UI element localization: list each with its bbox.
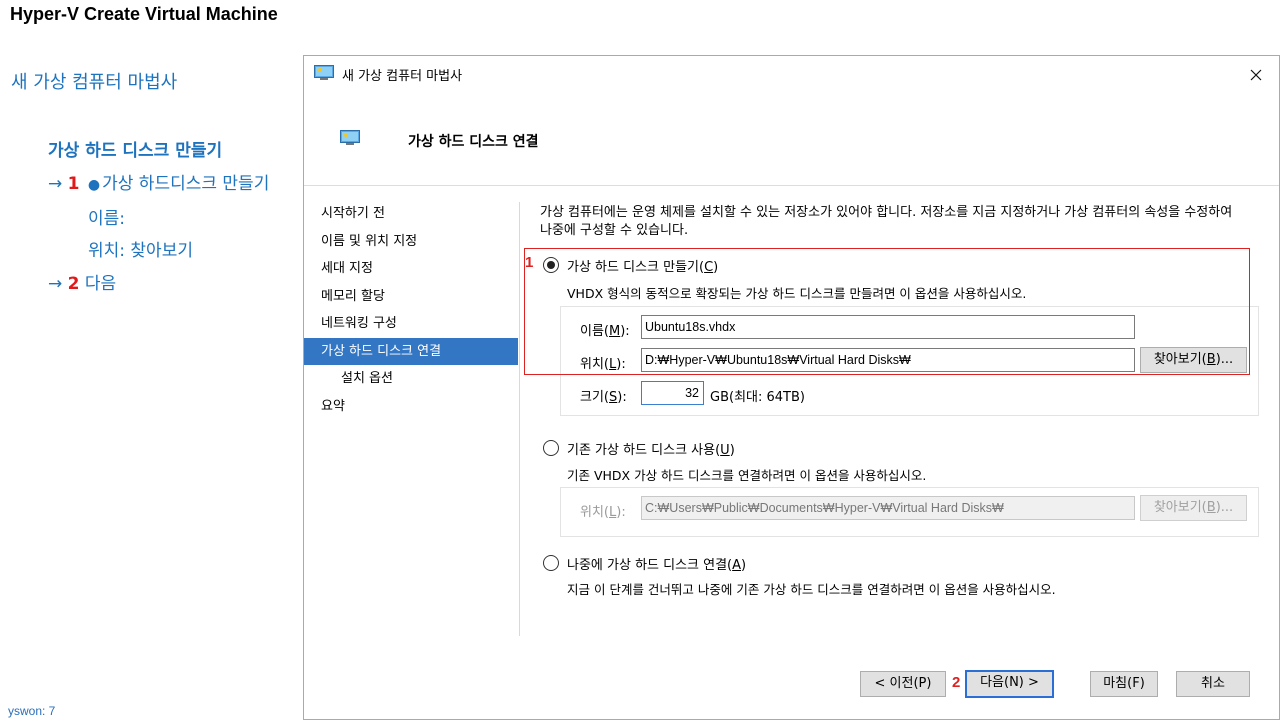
vhd-size-input[interactable]: 32 [641, 381, 704, 405]
nav-item-summary[interactable]: 요약 [304, 393, 518, 421]
use-existing-vhd-description: 기존 VHDX 가상 하드 디스크를 연결하려면 이 옵션을 사용하십시오. [567, 468, 927, 483]
notes-item-location: 위치: 찾아보기 [88, 241, 193, 261]
arrow-icon: → [48, 274, 63, 294]
bullet-icon: ● [87, 177, 101, 193]
dialog-titlebar[interactable]: 새 가상 컴퓨터 마법사 [304, 56, 1279, 94]
wizard-steps-nav: 시작하기 전 이름 및 위치 지정 세대 지정 메모리 할당 네트워킹 구성 가… [304, 200, 518, 420]
finish-button[interactable]: 마침(F) [1090, 671, 1158, 697]
tutorial-notes: 새 가상 컴퓨터 마법사 가상 하드 디스크 만들기 → 1 ● 가상 하드디스크… [0, 0, 310, 720]
size-label: 크기(S): [580, 390, 627, 405]
attach-later-radio[interactable] [543, 555, 559, 571]
use-existing-vhd-label[interactable]: 기존 가상 하드 디스크 사용(U) [567, 439, 735, 458]
dialog-header: 가상 하드 디스크 연결 [304, 94, 1279, 186]
previous-button[interactable]: < 이전(P) [860, 671, 946, 697]
annotation-number-2: 2 [952, 674, 961, 691]
annotation-box-1 [524, 248, 1250, 375]
nav-item-networking[interactable]: 네트워킹 구성 [304, 310, 518, 338]
vm-monitor-icon [314, 65, 334, 80]
existing-location-input[interactable]: C:₩Users₩Public₩Documents₩Hyper-V₩Virtua… [641, 496, 1135, 520]
step-number: 1 [67, 174, 80, 194]
notes-heading: 새 가상 컴퓨터 마법사 [11, 72, 178, 93]
existing-location-label: 위치(L): [580, 505, 626, 520]
notes-subheading: 가상 하드 디스크 만들기 [48, 141, 223, 161]
attach-later-label[interactable]: 나중에 가상 하드 디스크 연결(A) [567, 554, 746, 573]
attach-later-description: 지금 이 단계를 건너뛰고 나중에 기존 가상 하드 디스크를 연결하려면 이 … [567, 582, 1056, 597]
nav-item-memory[interactable]: 메모리 할당 [304, 283, 518, 311]
new-vm-wizard-dialog: 새 가상 컴퓨터 마법사 가상 하드 디스크 연결 시작하기 전 이름 및 위치… [303, 55, 1280, 720]
nav-item-name-location[interactable]: 이름 및 위치 지정 [304, 228, 518, 256]
arrow-icon: → [48, 174, 63, 194]
existing-browse-button[interactable]: 찾아보기(B)... [1140, 495, 1247, 521]
close-icon [1250, 69, 1262, 81]
use-existing-vhd-radio[interactable] [543, 440, 559, 456]
nav-item-before-you-begin[interactable]: 시작하기 전 [304, 200, 518, 228]
nav-divider [519, 202, 520, 636]
nav-item-virtual-hard-disk[interactable]: 가상 하드 디스크 연결 [304, 337, 518, 365]
page-description: 가상 컴퓨터에는 운영 체제를 설치할 수 있는 저장소가 있어야 합니다. 저… [540, 205, 1233, 238]
next-button[interactable]: 다음(N) > [965, 670, 1054, 698]
close-button[interactable] [1233, 56, 1279, 94]
slide-footer: yswon: 7 [8, 704, 56, 718]
content-area: 가상 컴퓨터에는 운영 체제를 설치할 수 있는 저장소가 있어야 합니다. 저… [524, 204, 1260, 597]
dialog-title: 새 가상 컴퓨터 마법사 [342, 69, 463, 84]
notes-item-name: 이름: [88, 209, 126, 229]
size-unit-label: GB(최대: 64TB) [710, 390, 805, 405]
header-title: 가상 하드 디스크 연결 [408, 134, 539, 150]
nav-item-install-options[interactable]: 설치 옵션 [304, 365, 518, 393]
step-text: 가상 하드디스크 만들기 [102, 174, 270, 194]
step-number: 2 [67, 274, 80, 294]
nav-item-generation[interactable]: 세대 지정 [304, 255, 518, 283]
notes-step-2: → 2 다음 [48, 269, 116, 294]
vm-monitor-icon [340, 130, 360, 145]
notes-step-1: → 1 ● 가상 하드디스크 만들기 [48, 169, 269, 194]
step-text: 다음 [84, 274, 117, 294]
cancel-button[interactable]: 취소 [1176, 671, 1250, 697]
